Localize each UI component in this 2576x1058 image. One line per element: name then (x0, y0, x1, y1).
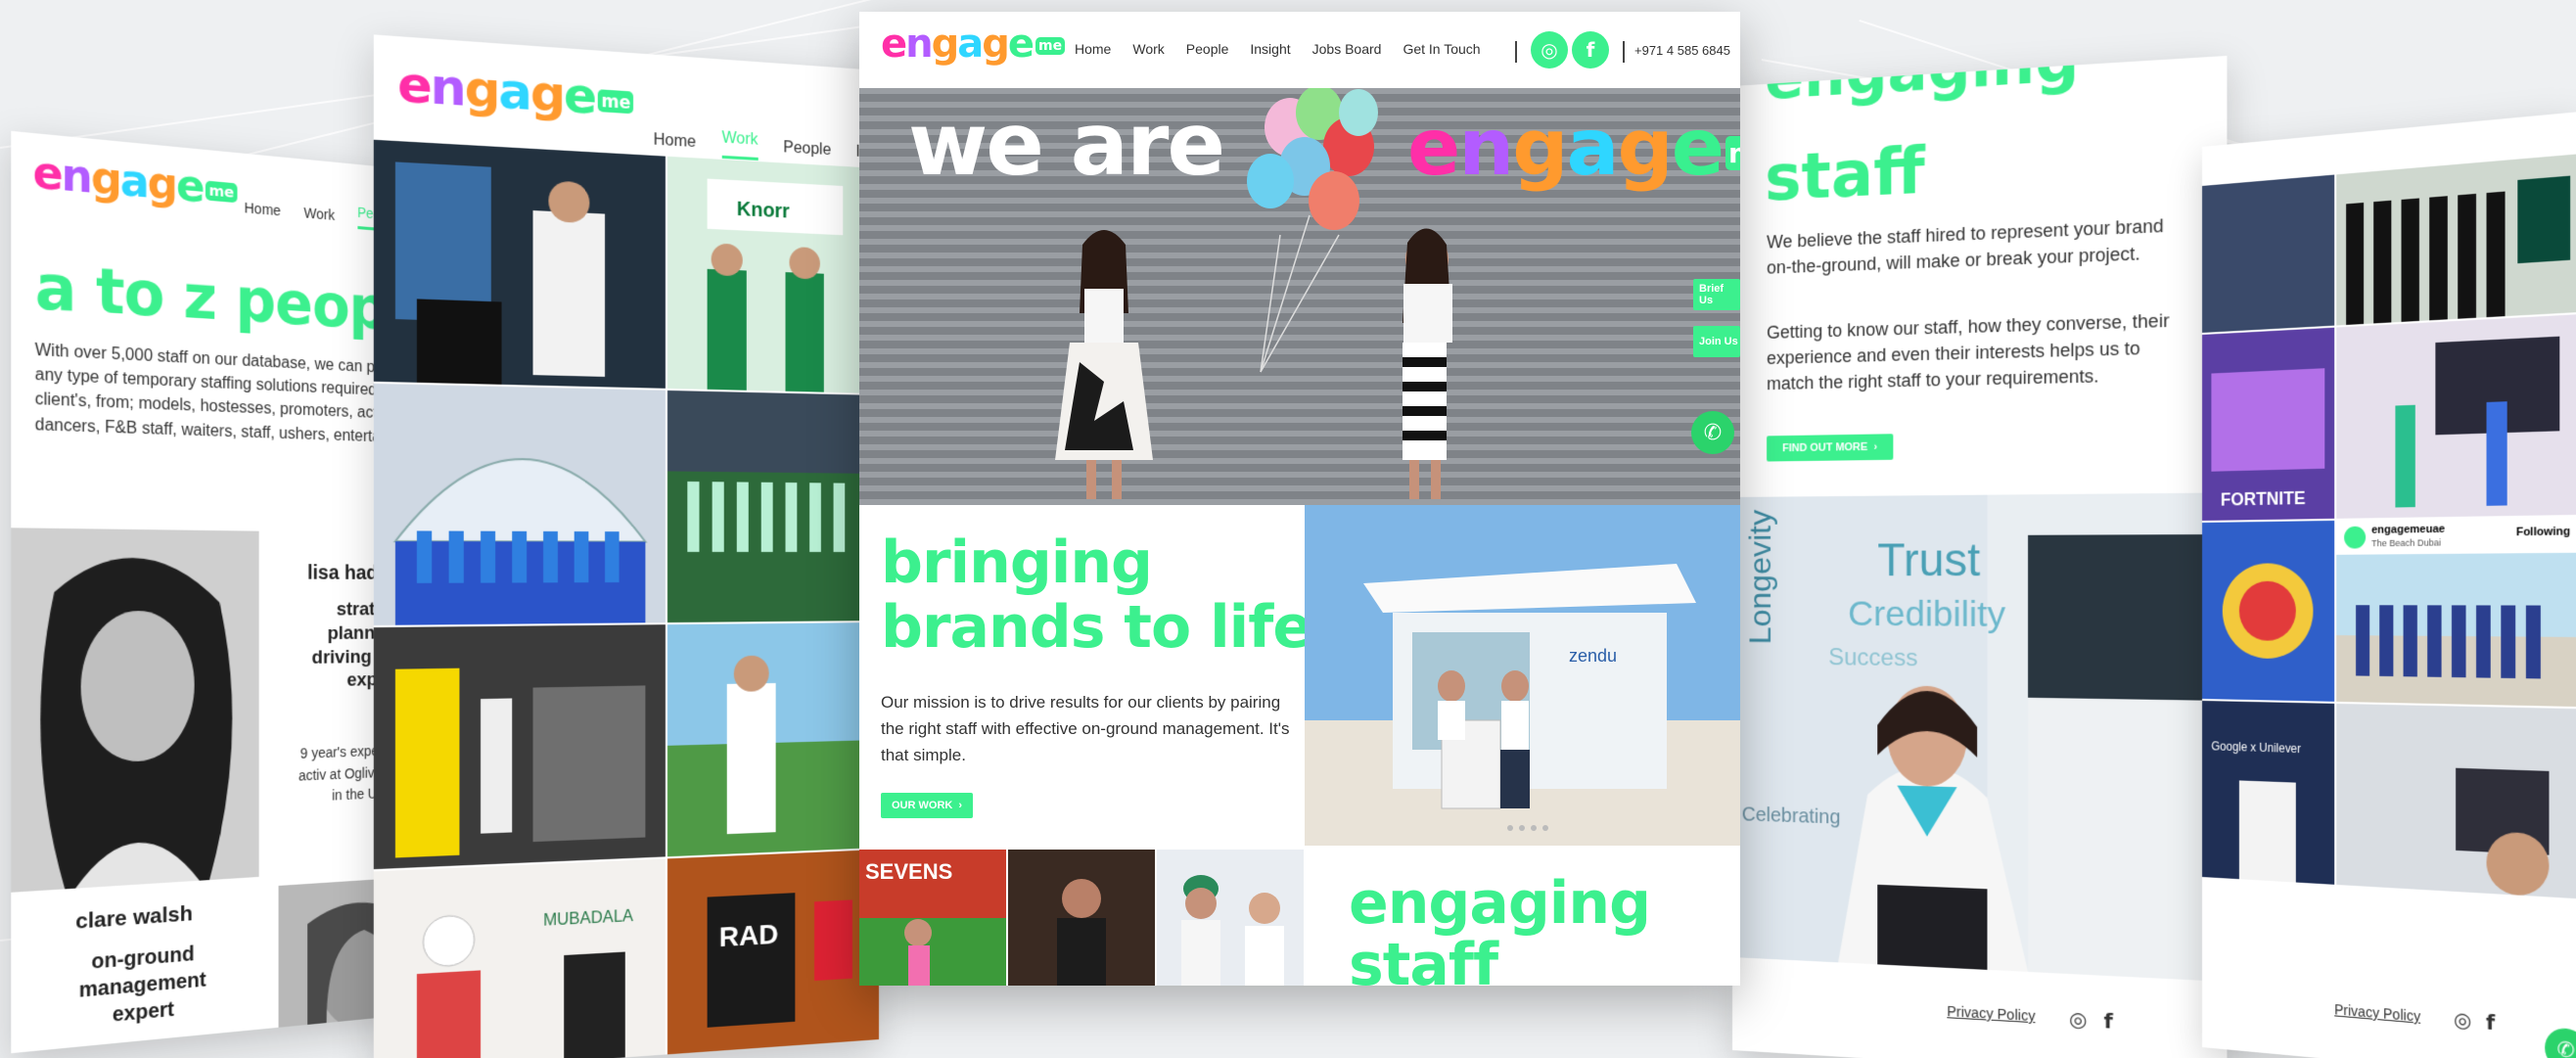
insta-photo-fortnite[interactable]: FORTNITE (2202, 327, 2335, 521)
facebook-icon[interactable]: f (2104, 1008, 2113, 1034)
staff-page-panel: engaging staff We believe the staff hire… (1732, 55, 2228, 1058)
insta-username: engagemeuae (2371, 523, 2446, 536)
work-photo-mubadala[interactable]: MUBADALA (373, 858, 666, 1058)
nav-divider (1515, 41, 1517, 63)
insta-post-card[interactable]: engagemeuae The Beach Dubai Following (2336, 517, 2576, 708)
insta-photo-laptop[interactable] (2336, 703, 2576, 899)
woman-right (1403, 228, 1452, 499)
rad-sign: RAD (719, 919, 779, 953)
guests-photo[interactable] (1157, 850, 1304, 986)
instagram-icon[interactable]: ◎ (2069, 1006, 2087, 1032)
person2-name: clare walsh (75, 901, 193, 935)
engaging-heading: engaging staff (1349, 869, 1651, 987)
our-work-button[interactable]: OUR WORK › (881, 793, 973, 818)
nav-people[interactable]: People (783, 139, 831, 160)
knorr-sign: Knorr (737, 199, 790, 223)
wall-word-trust: Trust (1877, 533, 1980, 585)
portrait-photo (11, 528, 259, 893)
page-heading: staff (1765, 134, 1925, 216)
join-us-tab[interactable]: Join Us (1693, 326, 1740, 357)
insta-photo-lineup[interactable] (2336, 154, 2576, 326)
site-header: engage me Home Work People Insight Jobs B… (859, 12, 1740, 88)
insta-follow-button[interactable]: Following (2516, 526, 2570, 539)
nav-work[interactable]: Work (721, 129, 759, 161)
fortnite-sign: FORTNITE (2221, 487, 2306, 510)
nav-home[interactable]: Home (245, 199, 281, 218)
person2-role: on-ground management expert (78, 943, 207, 1028)
heading-top-fragment: engaging (1765, 55, 2080, 115)
nav-work[interactable]: Work (1132, 41, 1164, 57)
staff-photo[interactable] (1008, 850, 1155, 986)
woman-portrait (11, 528, 259, 893)
sevens-sign: SEVENS (865, 859, 952, 884)
insta-photo-hostesses[interactable] (2202, 174, 2335, 333)
work-photo-rad[interactable]: RAD (667, 850, 879, 1055)
work-photo-golf[interactable] (667, 622, 879, 857)
instagram-icon[interactable]: ◎ (1531, 31, 1568, 69)
work-photo-booth[interactable] (373, 624, 666, 870)
insta-photo-spin-wheel[interactable] (2202, 520, 2335, 702)
footer-privacy-link[interactable]: Privacy Policy (2334, 1001, 2420, 1025)
page-heading: a to z people (34, 251, 429, 346)
nav-jobs-board[interactable]: Jobs Board (1312, 41, 1382, 57)
mission-heading-line2: brands to life (881, 593, 1312, 662)
hero-we-are-text: we are (908, 94, 1225, 195)
brief-us-tab[interactable]: Brief Us (1693, 279, 1740, 310)
brand-logo[interactable]: engage me (397, 55, 634, 128)
kiosk-photo[interactable]: zendu (1305, 505, 1740, 846)
mission-text: Our mission is to drive results for our … (881, 693, 1290, 765)
brand-logo[interactable]: engage me (881, 22, 1066, 67)
people-page-panel: engageme Home Work People a to z people … (11, 130, 429, 1054)
home-page-panel: engage me Home Work People Insight Jobs B… (859, 12, 1740, 986)
nav-home[interactable]: Home (654, 131, 697, 152)
insta-photo-runway[interactable] (2336, 314, 2576, 519)
wall-word-success: Success (1828, 645, 1917, 672)
sevens-photo[interactable]: SEVENS (859, 850, 1006, 986)
find-out-more-button[interactable]: FIND OUT MORE › (1767, 434, 1894, 462)
phone-number[interactable]: +971 4 585 6845 (1634, 43, 1730, 58)
work-photo-touchscreen[interactable] (373, 139, 666, 389)
mission-heading-line1: bringing (881, 529, 1153, 597)
nav-home[interactable]: Home (1075, 41, 1111, 57)
whatsapp-icon[interactable]: ✆ (2545, 1027, 2576, 1058)
insta-location: The Beach Dubai (2371, 537, 2442, 549)
work-photo-dome[interactable] (373, 383, 666, 625)
staff-hostess-photo: Trust Credibility Longevity Success Cele… (1732, 492, 2228, 983)
staff-paragraph-2: Getting to know our staff, how they conv… (1767, 310, 2170, 394)
nav-get-in-touch[interactable]: Get In Touch (1403, 41, 1480, 57)
nav-people[interactable]: People (1186, 41, 1229, 57)
kiosk-sign: zendu (1569, 646, 1617, 666)
facebook-icon[interactable]: f (2486, 1009, 2495, 1035)
hero-banner: we are engageme Brief Us Join Us ✆ (859, 88, 1740, 505)
work-page-panel: engageme Home Work People In Knorr MUBAD… (373, 34, 880, 1058)
nav-work[interactable]: Work (304, 204, 336, 222)
mission-heading: bringing brands to life (881, 529, 1312, 662)
insta-photo-google-unilever[interactable]: Google x Unilever (2202, 701, 2335, 885)
brand-logo[interactable]: engage me (32, 146, 238, 215)
whatsapp-icon[interactable]: ✆ (1691, 411, 1734, 454)
facebook-icon[interactable]: f (1572, 31, 1609, 69)
work-photo-stadium[interactable] (667, 390, 879, 623)
footer-privacy-link[interactable]: Privacy Policy (1947, 1003, 2035, 1024)
nav-insight[interactable]: Insight (1250, 41, 1290, 57)
wall-word-celebrating: Celebrating (1742, 804, 1841, 829)
work-photo-knorr[interactable]: Knorr (667, 156, 879, 393)
insta-avatar (2344, 526, 2367, 549)
wall-word-longevity: Longevity (1742, 509, 1777, 644)
instagram-icon[interactable]: ◎ (2454, 1007, 2471, 1034)
intro-text: With over 5,000 staff on our database, w… (34, 341, 417, 447)
hero-logo: engageme (1407, 102, 1740, 193)
nav-divider (1623, 41, 1625, 63)
staff-paragraph-1: We believe the staff hired to represent … (1767, 215, 2164, 278)
wall-word-credibility: Credibility (1848, 593, 2005, 634)
main-nav: Home Work People Insight Jobs Board Get … (1075, 41, 1481, 57)
instagram-feed-panel: FORTNITE engagemeuae The Beach Dubai Fol… (2202, 112, 2576, 1058)
